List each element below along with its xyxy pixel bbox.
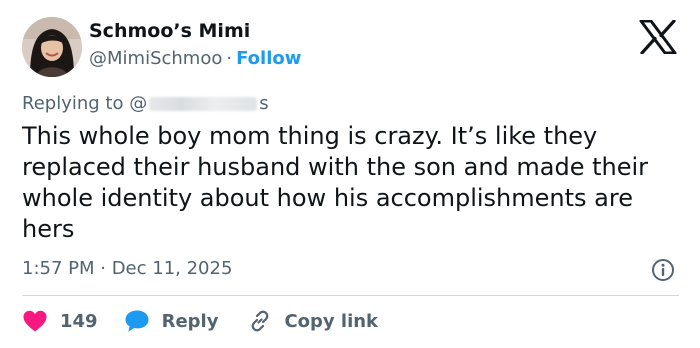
divider bbox=[22, 295, 679, 296]
author-name[interactable]: Schmoo’s Mimi bbox=[89, 20, 250, 42]
replying-to-suffix: s bbox=[259, 93, 269, 114]
tweet-text: This whole boy mom thing is crazy. It’s … bbox=[22, 122, 649, 243]
author-handle[interactable]: @MimiSchmoo bbox=[89, 48, 222, 69]
speech-bubble-icon bbox=[125, 310, 149, 332]
x-logo-icon[interactable] bbox=[639, 20, 677, 54]
tweet-timestamp[interactable]: 1:57 PM · Dec 11, 2025 bbox=[22, 258, 232, 279]
tweet-card: Schmoo’s Mimi @MimiSchmoo · Follow Replyin… bbox=[0, 0, 700, 348]
info-icon[interactable] bbox=[651, 258, 675, 282]
reply-label: Reply bbox=[161, 310, 219, 332]
author-handle-row: @MimiSchmoo · Follow bbox=[89, 48, 301, 69]
like-count: 149 bbox=[60, 310, 98, 332]
heart-icon bbox=[23, 310, 47, 332]
like-button[interactable]: 149 bbox=[22, 309, 98, 333]
avatar[interactable] bbox=[22, 17, 82, 77]
copy-link-button[interactable]: Copy link bbox=[248, 309, 378, 333]
action-bar: 149 Reply Copy link bbox=[22, 308, 378, 334]
copy-link-label: Copy link bbox=[284, 310, 379, 332]
reply-button[interactable]: Reply bbox=[124, 309, 219, 333]
replying-to-prefix: Replying to @ bbox=[22, 93, 148, 114]
follow-button[interactable]: Follow bbox=[236, 48, 301, 69]
redacted-username bbox=[149, 97, 258, 111]
avatar-photo-icon bbox=[22, 17, 82, 77]
separator-dot: · bbox=[226, 48, 233, 69]
replying-to: Replying to @ s bbox=[22, 93, 269, 114]
link-icon bbox=[252, 310, 269, 332]
